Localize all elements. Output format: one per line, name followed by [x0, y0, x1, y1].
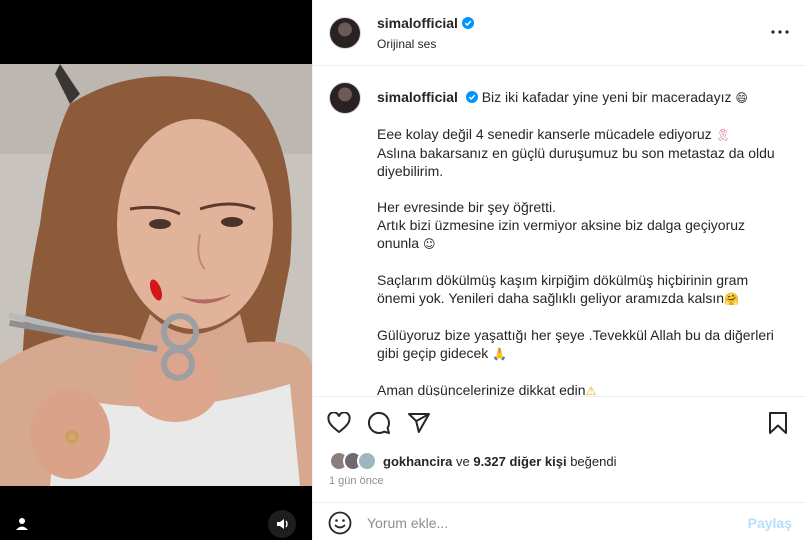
comments-section[interactable]: simalofficial Biz iki kafadar yine yeni … [313, 66, 806, 396]
likes-suffix: beğendi [570, 453, 617, 469]
caption-intro: Biz iki kafadar yine yeni bir maceradayı… [481, 89, 732, 105]
warning-emoji: ⚠ [585, 384, 597, 396]
likes-summary: gokhancira ve 9.327 diğer kişi beğendi [329, 448, 790, 474]
post-media[interactable] [0, 0, 312, 540]
username-link[interactable]: simalofficial [377, 15, 458, 31]
verified-icon [465, 91, 478, 103]
heart-icon[interactable] [327, 403, 367, 443]
liker-username[interactable]: gokhancira [383, 454, 452, 469]
pray-emoji: 🙏 [492, 347, 508, 361]
caption-line: Saçlarım dökülmüş kaşım kirpiğim dökülmü… [377, 272, 749, 306]
caption: simalofficial Biz iki kafadar yine yeni … [329, 82, 790, 396]
post-comment-button[interactable]: Paylaş [748, 515, 792, 531]
likes-count-link[interactable]: 9.327 diğer kişi [473, 454, 566, 469]
post-sidebar: simalofficial Orijinal ses simalofficial… [312, 0, 806, 540]
caption-line: Her evresinde bir şey öğretti. [377, 199, 556, 215]
laugh-emoji: 😄 [735, 91, 748, 105]
caption-avatar[interactable] [329, 82, 361, 114]
share-icon[interactable] [407, 403, 447, 443]
video-frame [0, 64, 312, 486]
caption-line: Aman düşüncelerinize dikkat edin [377, 382, 586, 396]
caption-text: simalofficial Biz iki kafadar yine yeni … [377, 82, 777, 396]
caption-line: Aslına bakarsanız en güçlü duruşumuz bu … [377, 145, 775, 179]
audio-label[interactable]: Orijinal ses [377, 37, 474, 51]
post-timestamp[interactable]: 1 gün önce [329, 475, 383, 487]
user-tag-icon[interactable] [12, 514, 32, 534]
caption-line: Gülüyoruz bize yaşattığı her şeye .Tevek… [377, 327, 774, 361]
emoji-icon[interactable] [327, 510, 353, 536]
audio-icon[interactable] [268, 510, 296, 538]
comment-form: Paylaş [313, 502, 806, 540]
more-options-icon[interactable] [768, 22, 792, 42]
video-player[interactable] [0, 64, 312, 486]
hug-emoji: 🤗 [724, 292, 740, 306]
ribbon-emoji: 🎗 [715, 128, 731, 142]
post-header: simalofficial Orijinal ses [313, 0, 806, 66]
smile-emoji: ☺ [422, 237, 436, 251]
avatar [357, 451, 377, 471]
action-bar [313, 396, 806, 448]
comment-input[interactable] [367, 514, 748, 531]
avatar[interactable] [329, 16, 361, 49]
caption-username[interactable]: simalofficial [377, 89, 458, 105]
likes-connector: ve [455, 453, 470, 469]
verified-icon [461, 16, 474, 29]
liker-avatars[interactable] [329, 451, 377, 471]
bookmark-icon[interactable] [758, 403, 798, 443]
comment-icon[interactable] [367, 403, 407, 443]
caption-line: Eee kolay değil 4 senedir kanserle mücad… [377, 126, 712, 142]
